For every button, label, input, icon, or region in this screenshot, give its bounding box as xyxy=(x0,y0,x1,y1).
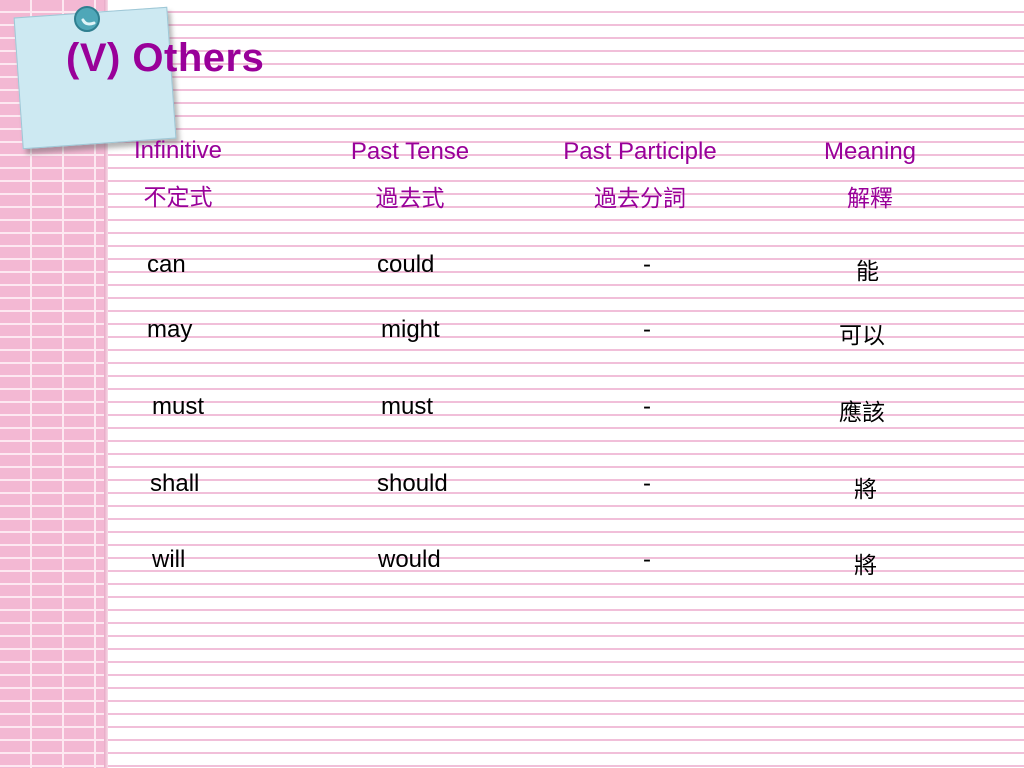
past-participle-cell: - xyxy=(643,470,651,497)
header-infinitive: Infinitive xyxy=(133,137,223,164)
header-infinitive-zh: 不定式 xyxy=(143,185,213,211)
table-row: can could - 能 xyxy=(0,251,1024,291)
table-row: shall should - 將 xyxy=(0,470,1024,510)
header-past-tense-zh: 過去式 xyxy=(375,186,445,212)
infinitive-cell: may xyxy=(147,316,193,343)
header-meaning: Meaning xyxy=(823,138,917,165)
header-past-participle: Past Participle xyxy=(563,138,717,165)
infinitive-cell: can xyxy=(147,251,186,278)
infinitive-cell: shall xyxy=(150,470,200,497)
meaning-cell: 將 xyxy=(854,553,877,579)
table-row: must must - 應該 xyxy=(0,393,1024,433)
table-row: may might - 可以 xyxy=(0,316,1024,356)
push-pin-icon xyxy=(74,6,100,32)
infinitive-cell: must xyxy=(152,393,205,420)
table-row: will would - 將 xyxy=(0,546,1024,586)
past-tense-cell: must xyxy=(381,393,434,420)
past-tense-cell: might xyxy=(381,316,440,343)
slide-title: (V) Others xyxy=(66,36,265,80)
header-past-participle-zh: 過去分詞 xyxy=(594,186,686,212)
past-tense-cell: should xyxy=(377,470,448,497)
header-meaning-zh: 解釋 xyxy=(847,186,893,212)
past-participle-cell: - xyxy=(643,251,651,278)
past-participle-cell: - xyxy=(643,316,651,343)
past-tense-cell: would xyxy=(378,546,441,573)
infinitive-cell: will xyxy=(152,546,186,573)
meaning-cell: 能 xyxy=(856,259,879,285)
past-participle-cell: - xyxy=(643,546,651,573)
meaning-cell: 可以 xyxy=(839,323,885,349)
header-past-tense: Past Tense xyxy=(350,138,470,165)
meaning-cell: 將 xyxy=(854,477,877,503)
past-participle-cell: - xyxy=(643,393,651,420)
past-tense-cell: could xyxy=(377,251,435,278)
meaning-cell: 應該 xyxy=(839,400,885,426)
